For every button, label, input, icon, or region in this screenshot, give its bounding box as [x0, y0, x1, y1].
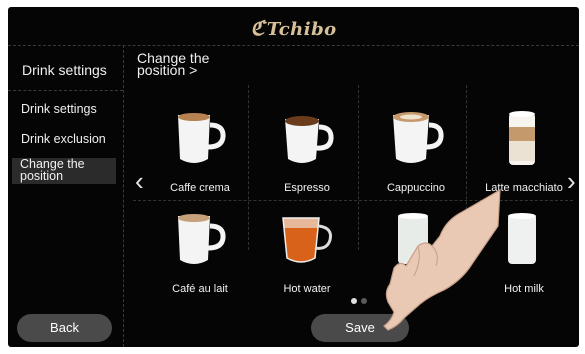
chevron-left-icon[interactable]: ‹ [135, 168, 144, 194]
brand-logo: ℭ Tchibo [8, 16, 579, 40]
sidebar-item-drink-settings[interactable]: Drink settings [21, 103, 116, 116]
drink-tile-cafe-au-lait[interactable]: Café au lait [146, 212, 254, 312]
latte-macchiato-glass-icon [509, 111, 535, 165]
sidebar-item-drink-exclusion[interactable]: Drink exclusion [21, 133, 116, 146]
page-dot-active [351, 298, 357, 304]
cafe-au-lait-cup-icon [178, 214, 226, 264]
page-dot [361, 298, 367, 304]
caffe-crema-cup-icon [178, 113, 226, 163]
drink-tile-caffe-crema[interactable]: Caffe crema [146, 111, 254, 211]
page-indicator [351, 291, 371, 309]
header-bar: ℭ Tchibo [8, 7, 579, 46]
hot-water-glass-icon [282, 217, 332, 263]
drink-label: Café au lait [172, 283, 228, 295]
hand-pointer-icon [383, 188, 501, 331]
drink-tile-hot-water[interactable]: Hot water [253, 212, 361, 312]
espresso-cup-icon [285, 116, 334, 163]
drink-label: Espresso [284, 182, 330, 194]
drink-label: Caffe crema [170, 182, 230, 194]
sidebar-divider [8, 90, 123, 91]
cappuccino-cup-icon [393, 112, 444, 163]
back-button[interactable]: Back [17, 314, 112, 342]
drink-label: Hot water [283, 283, 331, 295]
sidebar-title: Drink settings [22, 62, 107, 78]
brand-name: Tchibo [266, 19, 337, 40]
sidebar-item-change-position[interactable]: Change the position [12, 158, 116, 184]
tchibo-logo-icon: ℭ [250, 16, 265, 40]
sidebar: Drink settings Drink settings Drink excl… [8, 45, 124, 347]
drink-tile-espresso[interactable]: Espresso [253, 111, 361, 211]
page-title: Change the position > [137, 50, 210, 78]
